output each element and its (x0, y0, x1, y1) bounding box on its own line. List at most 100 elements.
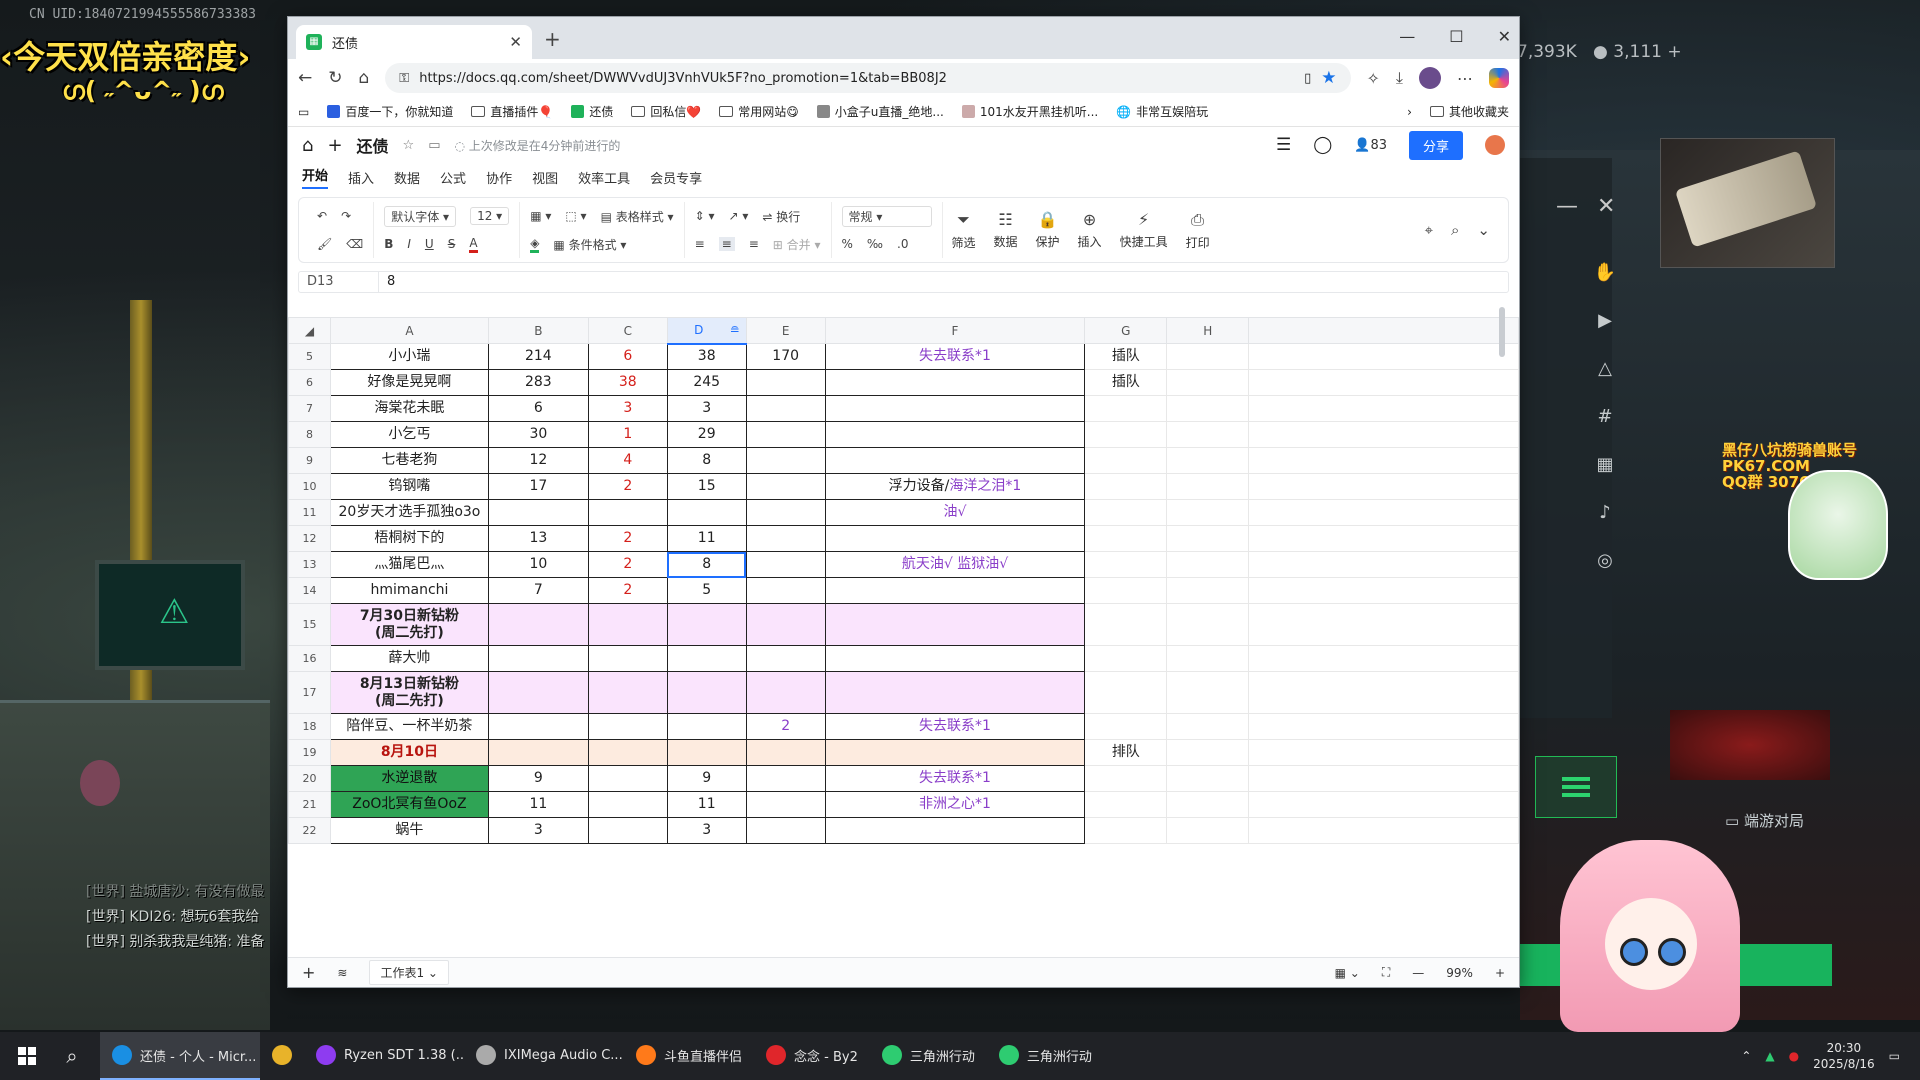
strikethrough-icon[interactable]: S (448, 237, 456, 251)
cell-empty[interactable] (1248, 739, 1519, 766)
row-number[interactable]: 11 (288, 499, 331, 526)
cell-a[interactable]: 蜗牛 (329, 817, 489, 844)
cell-a[interactable]: 8月10日 (329, 739, 489, 766)
row-number[interactable]: 19 (288, 739, 331, 766)
taskbar-search-icon[interactable]: ⌕ (52, 1044, 92, 1068)
back-icon[interactable]: ← (298, 68, 312, 88)
underline-icon[interactable]: U (425, 237, 434, 251)
cell-e[interactable] (745, 791, 826, 818)
cell-c[interactable] (587, 791, 668, 818)
valign-icon[interactable]: ⇕ ▾ (695, 209, 715, 223)
cell-b[interactable] (487, 645, 589, 672)
cell-g[interactable] (1084, 499, 1168, 526)
cell-e[interactable] (745, 817, 826, 844)
cell-b[interactable]: 214 (487, 343, 589, 370)
video-icon[interactable]: ▶ (1592, 310, 1618, 332)
rotate-text-icon[interactable]: ↗ ▾ (728, 209, 748, 223)
wrap-text-button[interactable]: ⇌ 换行 (762, 208, 800, 225)
cell-a[interactable]: hmimanchi (329, 577, 489, 604)
cell-h[interactable] (1166, 603, 1250, 646)
cell-e[interactable] (745, 369, 826, 396)
taskbar-app[interactable]: 念念 - By2 (754, 1032, 870, 1080)
taskbar-app[interactable]: 斗鱼直播伴侣 (624, 1032, 754, 1080)
cell-a[interactable]: 梧桐树下的 (329, 525, 489, 552)
cell-d[interactable] (666, 645, 747, 672)
bookmark-item[interactable]: 小盒子u直播_绝地... (816, 103, 944, 120)
cell-empty[interactable] (1248, 645, 1519, 672)
cell-h[interactable] (1166, 739, 1250, 766)
collapse-chevron-icon[interactable]: ⌄ (1477, 221, 1490, 239)
cell-e[interactable] (745, 739, 826, 766)
cell-b[interactable] (487, 603, 589, 646)
cell-empty[interactable] (1248, 447, 1519, 474)
merge-button[interactable]: ⊞ 合并 ▾ (773, 236, 821, 253)
cell-f[interactable]: 失去联系*1 (824, 765, 1086, 792)
cell-h[interactable] (1166, 369, 1250, 396)
cell-a[interactable]: 薛大帅 (329, 645, 489, 672)
favorite-star-icon[interactable]: ★ (1321, 68, 1336, 88)
decimal-icon[interactable]: .0 (897, 237, 908, 251)
align-center-icon[interactable]: ≡ (718, 237, 735, 251)
redo-icon[interactable]: ↷ (341, 209, 351, 223)
tab-member[interactable]: 会员专享 (650, 168, 702, 187)
cell-e[interactable] (745, 577, 826, 604)
cell-d[interactable]: 29 (666, 421, 747, 448)
cell-g[interactable] (1084, 817, 1168, 844)
search-icon[interactable]: ⌕ (1451, 221, 1459, 239)
eraser-icon[interactable]: ⌫ (346, 237, 363, 251)
cell-e[interactable] (745, 525, 826, 552)
sheet-list-icon[interactable]: ≋ (337, 966, 347, 980)
cell-f[interactable]: 非洲之心*1 (824, 791, 1086, 818)
row-number[interactable]: 10 (288, 473, 331, 500)
row-number[interactable]: 9 (288, 447, 331, 474)
tab-efficiency[interactable]: 效率工具 (578, 168, 630, 187)
cell-h[interactable] (1166, 421, 1250, 448)
cell-e[interactable] (745, 395, 826, 422)
cell-b[interactable] (487, 671, 589, 714)
cell-g[interactable]: 插队 (1084, 369, 1168, 396)
cell-c[interactable] (587, 713, 668, 740)
cell-c[interactable]: 1 (587, 421, 668, 448)
cell-f[interactable]: 油√ (824, 499, 1086, 526)
cell-e[interactable]: 170 (745, 343, 826, 370)
cell-h[interactable] (1166, 817, 1250, 844)
profile-avatar[interactable] (1419, 67, 1441, 89)
cell-b[interactable]: 7 (487, 577, 589, 604)
cell-c[interactable]: 4 (587, 447, 668, 474)
cell-c[interactable]: 3 (587, 395, 668, 422)
sheet-tab[interactable]: 工作表1 ⌄ (369, 960, 449, 985)
row-number[interactable]: 18 (288, 713, 331, 740)
cell-a[interactable]: 8月13日新钻粉 (周二先打) (329, 671, 489, 714)
cell-f[interactable] (824, 421, 1086, 448)
cell-a[interactable]: 水逆退散 (329, 765, 489, 792)
site-info-icon[interactable]: ⚿ (399, 71, 409, 86)
bookmark-item[interactable]: 回私信❤️ (631, 103, 701, 120)
cell-h[interactable] (1166, 499, 1250, 526)
cell-c[interactable]: 2 (587, 525, 668, 552)
column-header[interactable]: A (329, 317, 489, 344)
window-minimize-icon[interactable]: — (1399, 27, 1415, 46)
cell-h[interactable] (1166, 343, 1250, 370)
cell-b[interactable]: 283 (487, 369, 589, 396)
cell-d[interactable]: 9 (666, 765, 747, 792)
docs-home-icon[interactable]: ⌂ (302, 135, 313, 156)
tab-view[interactable]: 视图 (532, 168, 558, 187)
cell-e[interactable] (745, 421, 826, 448)
comment-icon[interactable]: ◯ (1313, 135, 1332, 155)
row-number[interactable]: 5 (288, 343, 331, 370)
more-menu-icon[interactable]: ⋯ (1457, 69, 1473, 88)
cell-b[interactable]: 3 (487, 817, 589, 844)
calendar-icon[interactable]: ▦ (1592, 454, 1618, 476)
cell-g[interactable] (1084, 603, 1168, 646)
cell-f[interactable]: 失去联系*1 (824, 343, 1086, 370)
cell-a[interactable]: 7月30日新钻粉 (周二先打) (329, 603, 489, 646)
row-number[interactable]: 6 (288, 369, 331, 396)
cell-g[interactable] (1084, 447, 1168, 474)
thousands-icon[interactable]: ‰ (867, 237, 883, 251)
cell-f[interactable] (824, 817, 1086, 844)
cell-size-icon[interactable]: ⬚ ▾ (565, 209, 586, 223)
close-icon[interactable]: ✕ (1597, 194, 1615, 219)
cell-e[interactable] (745, 671, 826, 714)
other-bookmarks[interactable]: 其他收藏夹 (1429, 103, 1509, 120)
tray-game-icon[interactable]: ▲ (1765, 1049, 1774, 1063)
